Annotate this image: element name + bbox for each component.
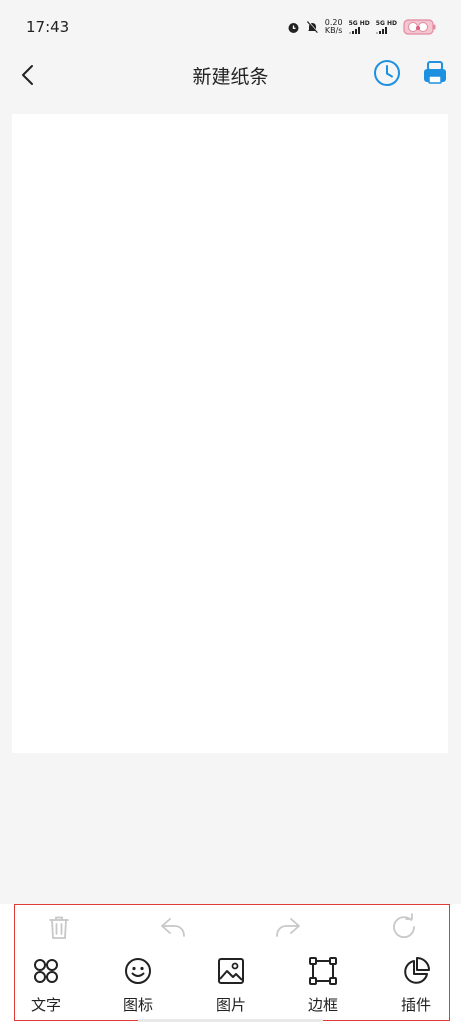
- print-button[interactable]: [420, 58, 450, 88]
- text-grid-icon: [34, 959, 58, 983]
- tool-border[interactable]: 边框: [293, 956, 353, 1015]
- delete-button[interactable]: [44, 912, 74, 942]
- signal-bars-icon: [375, 27, 387, 34]
- tool-image-label: 图片: [215, 996, 246, 1014]
- printer-icon: [424, 61, 446, 84]
- sim1-label: 5G HD: [348, 20, 370, 27]
- tool-icon[interactable]: 图标: [108, 956, 168, 1015]
- tool-text-label: 文字: [30, 996, 61, 1014]
- redo-button[interactable]: [273, 912, 303, 942]
- status-time: 17:43: [26, 18, 70, 36]
- rotate-icon: [393, 913, 415, 939]
- undo-button[interactable]: [158, 912, 188, 942]
- smiley-icon: [125, 958, 151, 984]
- border-icon: [309, 957, 337, 985]
- pie-icon: [404, 957, 430, 984]
- trash-icon: [49, 916, 69, 939]
- signal-bars-icon: [348, 27, 360, 34]
- network-speed: 0.20 KB/s: [325, 19, 343, 35]
- status-bar: 17:43 0.20 KB/s 5G HD 5G HD: [0, 0, 461, 54]
- tool-image[interactable]: 图片: [201, 956, 261, 1015]
- header: 新建纸条: [0, 54, 461, 96]
- home-indicator[interactable]: [138, 1019, 323, 1022]
- note-canvas[interactable]: [12, 114, 448, 753]
- tool-icon-label: 图标: [122, 996, 153, 1014]
- tool-plugin[interactable]: 插件: [386, 956, 446, 1015]
- redo-icon: [276, 918, 300, 937]
- mute-bell-icon: [306, 21, 319, 33]
- history-button[interactable]: [372, 58, 402, 88]
- tool-plugin-label: 插件: [400, 996, 431, 1014]
- signal-sim2: 5G HD: [375, 20, 397, 34]
- clock-icon: [374, 60, 400, 86]
- rotate-button[interactable]: [389, 912, 419, 942]
- undo-icon: [161, 918, 185, 937]
- alarm-icon: [288, 22, 299, 33]
- net-speed-unit: KB/s: [324, 26, 343, 35]
- status-icons: 0.20 KB/s 5G HD 5G HD: [287, 17, 437, 37]
- image-icon: [218, 958, 244, 984]
- tool-text[interactable]: 文字: [16, 956, 76, 1015]
- battery-icon: [403, 19, 436, 35]
- signal-sim1: 5G HD: [348, 20, 370, 34]
- tool-border-label: 边框: [307, 996, 338, 1014]
- sim2-label: 5G HD: [375, 20, 397, 27]
